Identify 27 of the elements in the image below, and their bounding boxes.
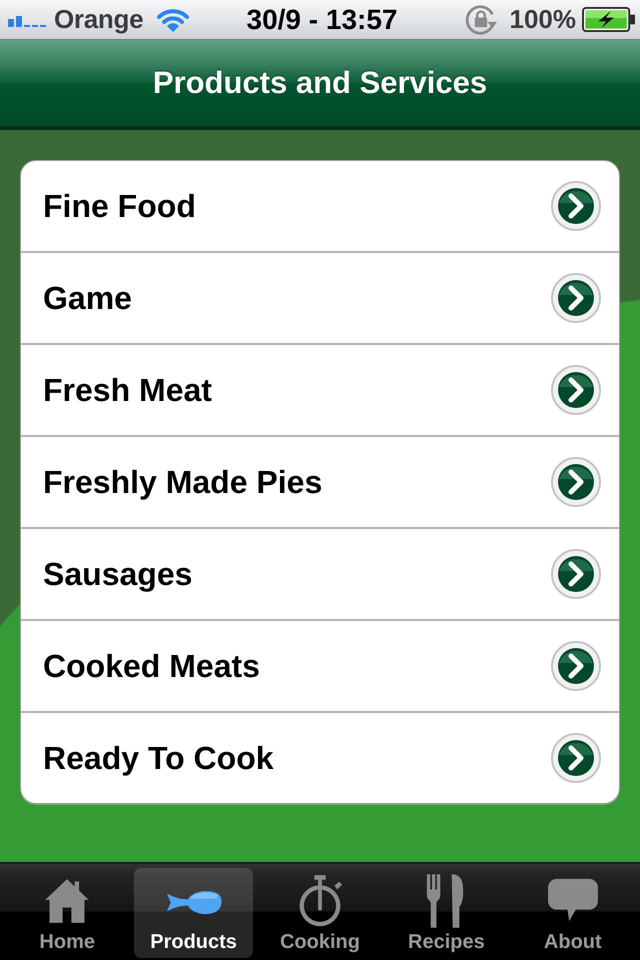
chevron-circle-icon[interactable]: [551, 549, 601, 599]
nav-title: Products and Services: [152, 65, 488, 101]
chevron-circle-icon[interactable]: [551, 733, 601, 783]
list-item[interactable]: Sausages: [21, 527, 619, 619]
tab[interactable]: Home: [8, 868, 126, 958]
battery-charging-icon: [582, 7, 636, 32]
chevron-circle-icon[interactable]: [551, 181, 601, 231]
list-item[interactable]: Cooked Meats: [21, 619, 619, 711]
battery-percentage: 100%: [510, 4, 576, 35]
wifi-icon: [157, 8, 190, 32]
tab[interactable]: About: [514, 868, 632, 958]
list-item[interactable]: Freshly Made Pies: [21, 435, 619, 527]
tab[interactable]: Cooking: [260, 868, 380, 958]
chevron-circle-icon[interactable]: [551, 457, 601, 507]
chevron-circle-icon[interactable]: [551, 641, 601, 691]
tab[interactable]: Recipes: [387, 868, 506, 958]
list-item[interactable]: Ready To Cook: [21, 711, 619, 803]
status-time: 30/9 - 13:57: [246, 4, 398, 34]
rotation-lock-icon: [464, 2, 498, 36]
tab[interactable]: Products: [134, 868, 253, 958]
chevron-circle-icon[interactable]: [551, 365, 601, 415]
chevron-circle-icon[interactable]: [551, 273, 601, 323]
house-icon: [43, 877, 92, 925]
list-item[interactable]: Game: [21, 251, 619, 343]
carrier-name: Orange: [54, 4, 144, 35]
list-item[interactable]: Fine Food: [21, 161, 619, 251]
list-item[interactable]: Fresh Meat: [21, 343, 619, 435]
